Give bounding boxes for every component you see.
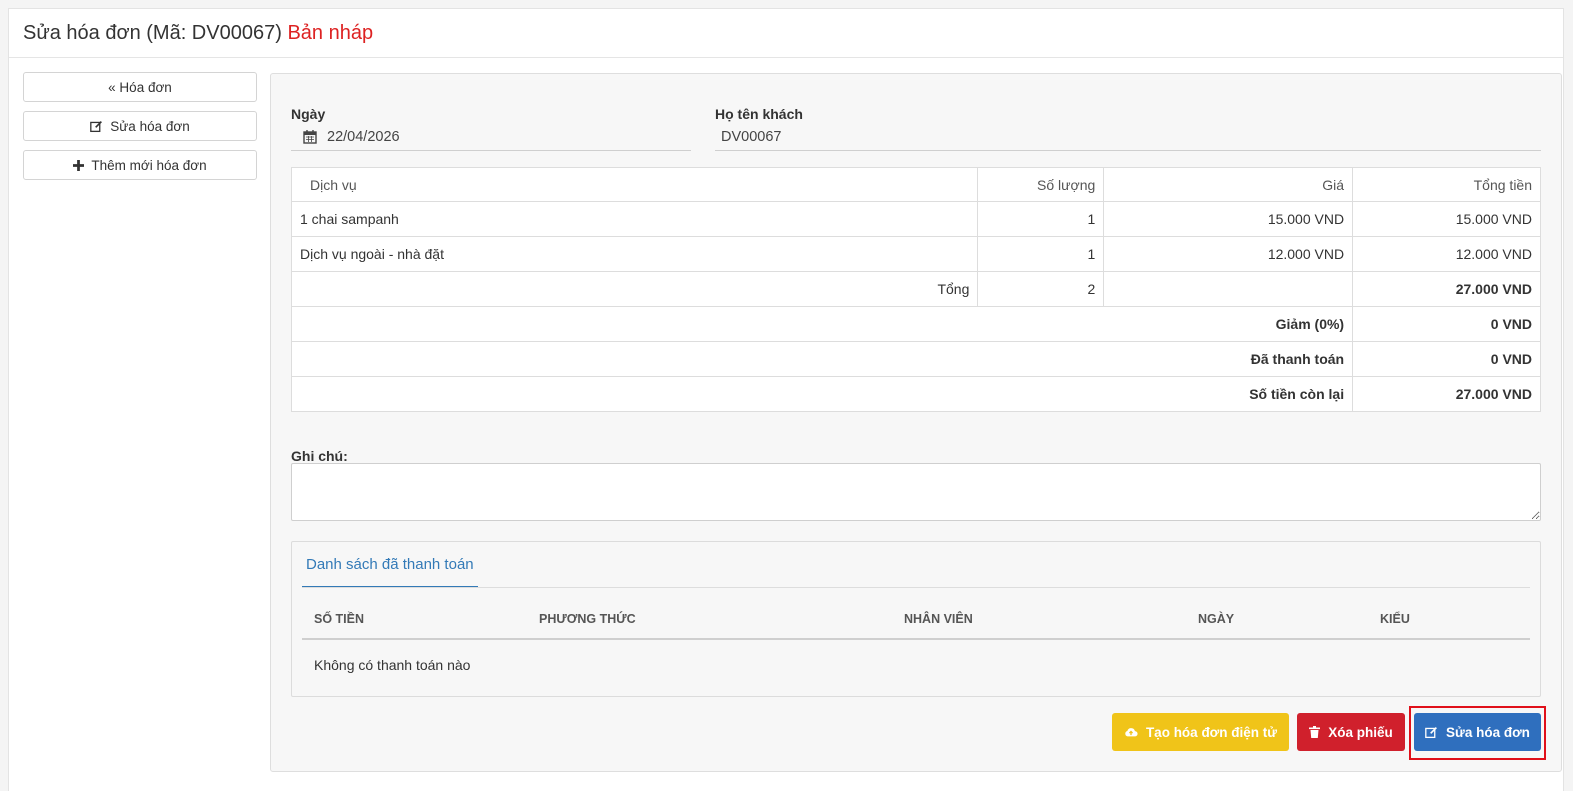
- sidebar-edit-invoice-button[interactable]: Sửa hóa đơn: [23, 111, 257, 141]
- customer-name-value: DV00067: [721, 128, 782, 145]
- cloud-upload-icon: [1124, 726, 1138, 738]
- header-service: Dịch vụ: [290, 167, 979, 202]
- service-cell: 1 chai sampanh: [290, 201, 979, 237]
- remaining-value: 27.000 VND: [1352, 376, 1541, 412]
- price-cell: 15.000 VND: [1103, 201, 1354, 237]
- payments-header-divider: [302, 638, 1530, 640]
- payments-panel: Danh sách đã thanh toán SỐ TIỀN PHƯƠNG T…: [291, 541, 1541, 697]
- table-row: 1 chai sampanh 1 15.000 VND 15.000 VND: [290, 201, 1541, 237]
- highlight-box: [1409, 706, 1546, 760]
- header-price: Giá: [1103, 167, 1354, 202]
- sum-empty-cell: [1103, 271, 1354, 307]
- plus-icon: [73, 159, 85, 171]
- customer-name-label: Họ tên khách: [715, 106, 803, 122]
- date-field[interactable]: 22/04/2026: [291, 123, 691, 151]
- delete-invoice-label: Xóa phiếu: [1328, 724, 1393, 740]
- invoice-panel: Ngày 22/04/2026 Họ tên khách DV00067 Dịc…: [270, 73, 1562, 772]
- sum-quantity: 2: [977, 271, 1105, 307]
- page-title-text: Sửa hóa đơn (Mã: DV00067): [23, 22, 282, 44]
- create-einvoice-button[interactable]: Tạo hóa đơn điện tử: [1112, 713, 1289, 751]
- paid-row: Đã thanh toán 0 VND: [290, 341, 1541, 377]
- column-date: NGÀY: [1198, 612, 1235, 626]
- note-textarea[interactable]: [291, 463, 1541, 521]
- column-method: PHƯƠNG THỨC: [539, 612, 636, 626]
- sidebar-item-label: Thêm mới hóa đơn: [91, 157, 207, 173]
- column-amount: SỐ TIỀN: [314, 612, 365, 626]
- service-cell: Dịch vụ ngoài - nhà đặt: [290, 236, 979, 272]
- header-total: Tổng tiền: [1352, 167, 1541, 202]
- page-frame: Sửa hóa đơn (Mã: DV00067) Bản nháp « Hóa…: [8, 8, 1564, 791]
- note-label: Ghi chú:: [291, 448, 348, 464]
- invoice-items-table: Dịch vụ Số lượng Giá Tổng tiền 1 chai sa…: [290, 167, 1541, 412]
- paid-label: Đã thanh toán: [290, 341, 1354, 377]
- delete-invoice-button[interactable]: Xóa phiếu: [1297, 713, 1405, 751]
- sidebar-item-label: Sửa hóa đơn: [110, 118, 190, 134]
- customer-name-field[interactable]: DV00067: [715, 123, 1541, 151]
- table-header-row: Dịch vụ Số lượng Giá Tổng tiền: [290, 167, 1541, 202]
- remaining-row: Số tiền còn lại 27.000 VND: [290, 376, 1541, 412]
- remaining-label: Số tiền còn lại: [290, 376, 1354, 412]
- total-cell: 12.000 VND: [1352, 236, 1541, 272]
- paid-value: 0 VND: [1352, 341, 1541, 377]
- price-cell: 12.000 VND: [1103, 236, 1354, 272]
- no-payments-text: Không có thanh toán nào: [314, 657, 471, 673]
- date-label: Ngày: [291, 106, 326, 122]
- page-title: Sửa hóa đơn (Mã: DV00067) Bản nháp: [23, 22, 373, 45]
- column-type: KIỂU: [1380, 612, 1410, 626]
- column-staff: NHÂN VIÊN: [904, 612, 973, 626]
- sidebar-add-invoice-button[interactable]: Thêm mới hóa đơn: [23, 150, 257, 180]
- tab-divider: [302, 587, 1530, 588]
- sidebar-item-label: « Hóa đơn: [108, 79, 172, 95]
- calendar-icon: [303, 129, 317, 144]
- discount-row: Giảm (0%) 0 VND: [290, 306, 1541, 342]
- status-badge: Bản nháp: [287, 22, 374, 44]
- discount-value: 0 VND: [1352, 306, 1541, 342]
- sum-label: Tổng: [290, 271, 979, 307]
- trash-icon: [1309, 726, 1321, 738]
- sum-total: 27.000 VND: [1352, 271, 1541, 307]
- create-einvoice-label: Tạo hóa đơn điện tử: [1145, 724, 1278, 740]
- tab-paid-list[interactable]: Danh sách đã thanh toán: [302, 542, 478, 588]
- edit-icon: [90, 120, 103, 133]
- header-quantity: Số lượng: [977, 167, 1105, 202]
- total-cell: 15.000 VND: [1352, 201, 1541, 237]
- page-header: Sửa hóa đơn (Mã: DV00067) Bản nháp: [9, 9, 1563, 58]
- back-to-invoices-button[interactable]: « Hóa đơn: [23, 72, 257, 102]
- quantity-cell: 1: [977, 236, 1105, 272]
- discount-label: Giảm (0%): [290, 306, 1354, 342]
- date-value: 22/04/2026: [327, 128, 400, 145]
- quantity-cell: 1: [977, 201, 1105, 237]
- table-row: Dịch vụ ngoài - nhà đặt 1 12.000 VND 12.…: [290, 236, 1541, 272]
- sum-row: Tổng 2 27.000 VND: [290, 271, 1541, 307]
